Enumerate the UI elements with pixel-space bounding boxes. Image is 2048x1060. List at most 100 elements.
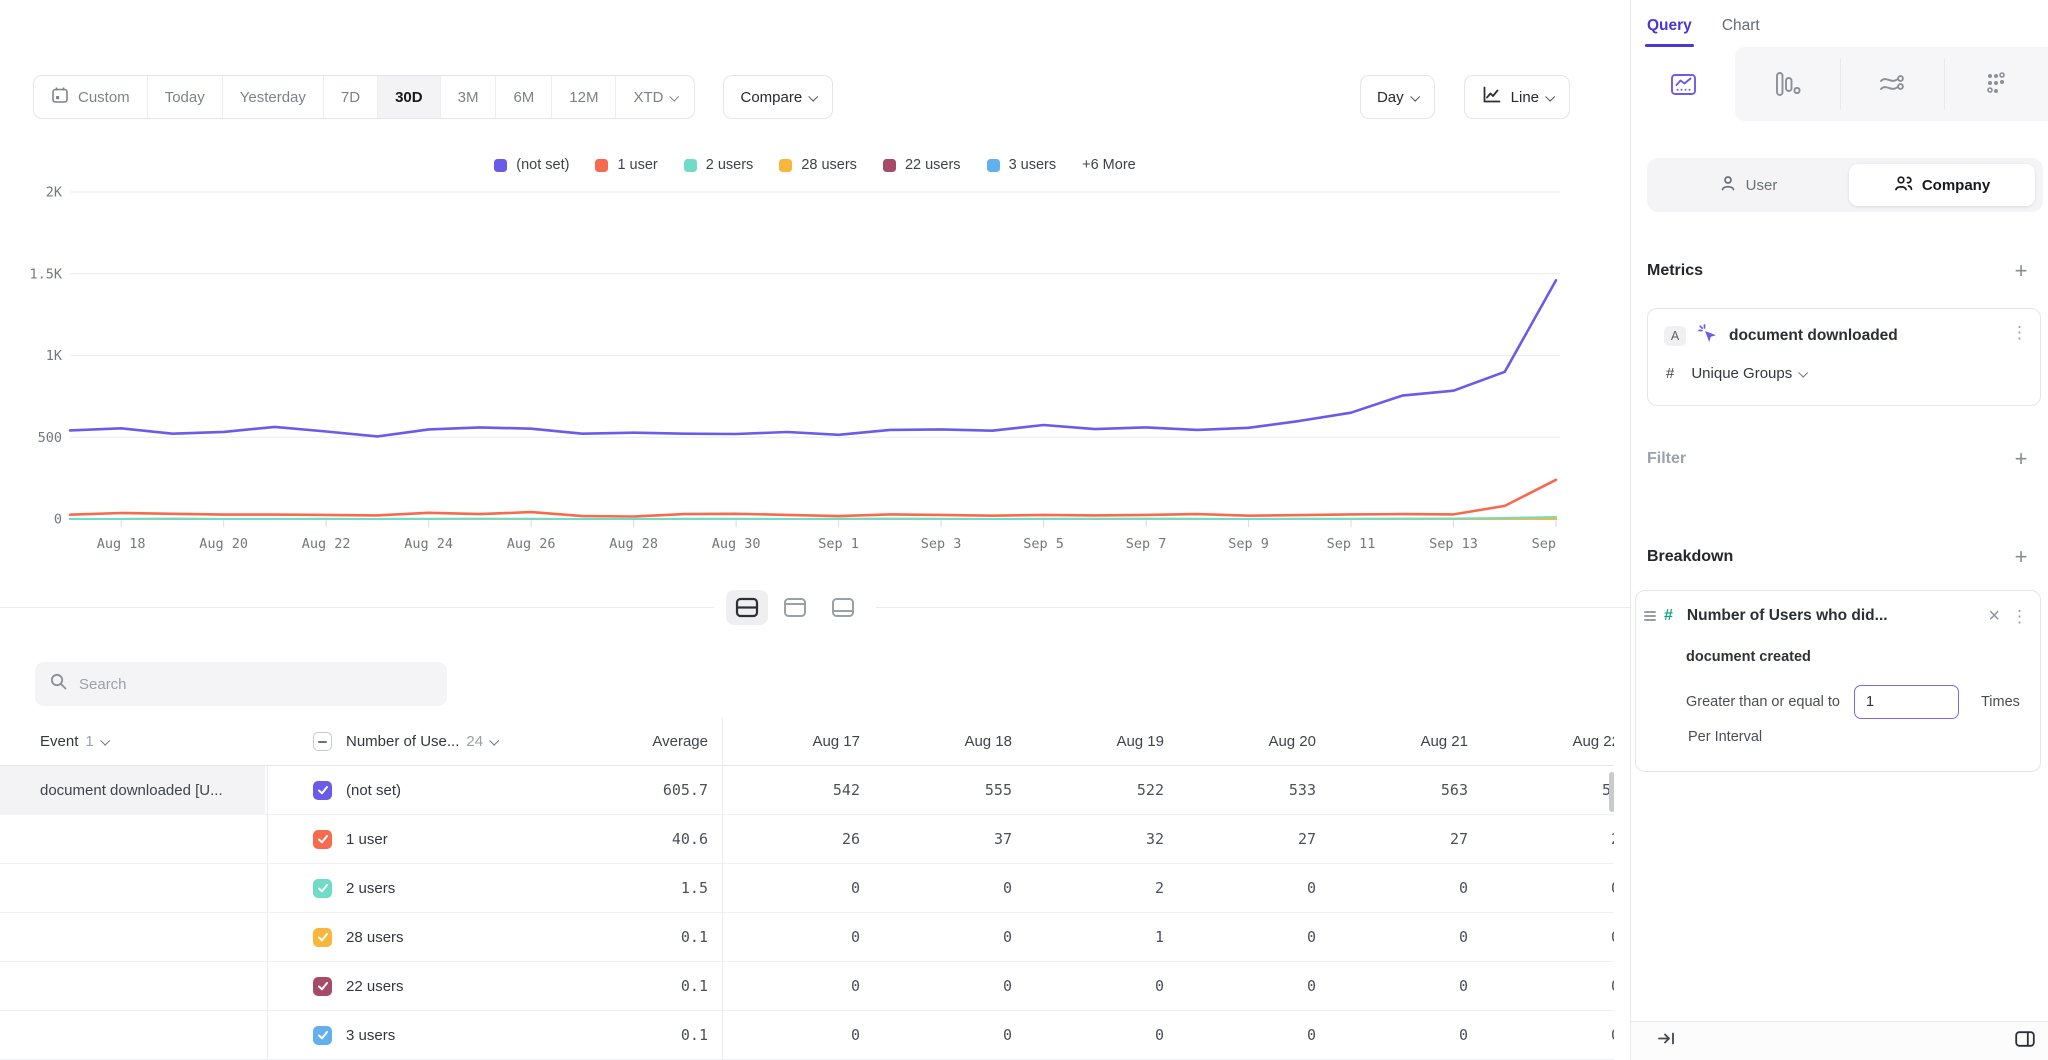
data-value: 2 <box>1012 879 1164 897</box>
table-row: document downloaded [U...(not set)605.75… <box>0 766 1614 815</box>
date-range-7d[interactable]: 7D <box>323 76 377 118</box>
collapse-panel-icon[interactable] <box>1657 1031 1676 1051</box>
tab-query[interactable]: Query <box>1647 17 1692 47</box>
metric-card[interactable]: A document downloaded ⋮ # Unique Groups <box>1647 308 2041 406</box>
hash-icon: # <box>1666 365 1674 382</box>
tab-chart[interactable]: Chart <box>1722 17 1760 47</box>
date-column-header: Aug 17 <box>708 733 860 750</box>
legend-item[interactable]: 22 users <box>883 157 961 173</box>
table-row: 28 users0.1001000 <box>0 913 1614 962</box>
table-row: 1 user40.626373227272 <box>0 815 1614 864</box>
layout-table-only-button[interactable] <box>822 590 864 625</box>
row-checkbox[interactable] <box>313 830 332 849</box>
layout-toggle-group <box>714 590 876 625</box>
legend-item[interactable]: 2 users <box>684 157 754 173</box>
row-checkbox[interactable] <box>313 1026 332 1045</box>
event-column-header[interactable]: Event 1 <box>0 733 265 750</box>
layout-split-button[interactable] <box>726 590 768 625</box>
date-range-12m[interactable]: 12M <box>551 76 615 118</box>
drag-handle-icon[interactable] <box>1644 609 1656 623</box>
table-scrollbar[interactable] <box>1609 772 1614 812</box>
date-column-header: Aug 22 <box>1468 733 1614 750</box>
event-count: 1 <box>85 733 93 750</box>
group-label: (not set) <box>346 782 401 799</box>
metrics-heading: Metrics <box>1647 262 1703 280</box>
group-column-header[interactable]: Number of Use... 24 <box>265 732 560 751</box>
date-range-6m[interactable]: 6M <box>495 76 551 118</box>
granularity-button[interactable]: Day <box>1360 75 1435 119</box>
legend-swatch <box>494 159 507 172</box>
search-icon <box>49 672 68 696</box>
date-range-today[interactable]: Today <box>147 76 222 118</box>
legend-item[interactable]: (not set) <box>494 157 569 173</box>
date-range-30d[interactable]: 30D <box>377 76 440 118</box>
legend-item[interactable]: 3 users <box>987 157 1057 173</box>
sidebar-panel-icon[interactable] <box>2015 1031 2035 1052</box>
analytics-app: Custom Today Yesterday 7D 30D 3M 6M 12M … <box>0 0 2048 1060</box>
date-range-xtd[interactable]: XTD <box>615 76 694 118</box>
legend-swatch <box>779 159 792 172</box>
kebab-menu-icon[interactable]: ⋮ <box>2011 607 2028 627</box>
user-icon <box>1719 174 1737 196</box>
legend-label: 3 users <box>1009 157 1057 173</box>
group-label-cell: 1 user <box>265 830 560 849</box>
chart-type-scatter-button[interactable] <box>1944 47 2048 121</box>
date-range-custom[interactable]: Custom <box>34 76 147 118</box>
chart-type-line-button[interactable] <box>1631 47 1735 121</box>
compare-button[interactable]: Compare <box>723 75 833 119</box>
average-value: 0.1 <box>560 1026 708 1044</box>
column-divider <box>267 766 268 1060</box>
data-value: 0 <box>1468 879 1614 897</box>
svg-text:1K: 1K <box>46 348 63 364</box>
date-column-header: Aug 20 <box>1164 733 1316 750</box>
chart-type-flow-button[interactable] <box>1840 47 1944 121</box>
breakdown-event-name[interactable]: document created <box>1686 649 1811 665</box>
layout-chart-only-button[interactable] <box>774 590 816 625</box>
measure-dropdown[interactable]: Unique Groups <box>1691 365 1792 382</box>
legend-item[interactable]: 1 user <box>595 157 657 173</box>
line-chart-svg[interactable]: 05001K1.5K2KAug 18Aug 20Aug 22Aug 24Aug … <box>30 185 1560 565</box>
legend-item[interactable]: 28 users <box>779 157 857 173</box>
condition-label[interactable]: Greater than or equal to <box>1686 694 1840 710</box>
search-input[interactable] <box>79 676 409 693</box>
data-value: 0 <box>708 977 860 995</box>
svg-text:Sep 9: Sep 9 <box>1228 536 1269 552</box>
date-range-3m[interactable]: 3M <box>440 76 496 118</box>
row-checkbox[interactable] <box>313 879 332 898</box>
legend-more-button[interactable]: +6 More <box>1082 157 1136 173</box>
kebab-menu-icon[interactable]: ⋮ <box>2011 323 2028 343</box>
audience-company-option[interactable]: Company <box>1849 164 2035 206</box>
audience-user-option[interactable]: User <box>1647 158 1849 212</box>
row-checkbox[interactable] <box>313 928 332 947</box>
chevron-down-icon <box>489 736 499 746</box>
select-all-checkbox[interactable] <box>313 732 332 751</box>
company-icon <box>1894 174 1913 196</box>
row-checkbox[interactable] <box>313 977 332 996</box>
chart-type-button[interactable]: Line <box>1464 75 1570 119</box>
svg-text:Sep 7: Sep 7 <box>1126 536 1167 552</box>
add-filter-button[interactable]: + <box>2010 448 2032 470</box>
data-value: 0 <box>708 928 860 946</box>
average-value: 0.1 <box>560 928 708 946</box>
line-chart-icon <box>1481 85 1502 109</box>
group-label: 1 user <box>346 831 388 848</box>
times-unit-label: Times <box>1981 694 2020 710</box>
data-value: 0 <box>860 879 1012 897</box>
legend-label: 28 users <box>801 157 857 173</box>
panel-footer <box>1631 1021 2048 1060</box>
date-column-header: Aug 18 <box>860 733 1012 750</box>
date-range-yesterday[interactable]: Yesterday <box>222 76 323 118</box>
add-breakdown-button[interactable]: + <box>2010 546 2032 568</box>
per-interval-label[interactable]: Per Interval <box>1688 729 1762 745</box>
row-checkbox[interactable] <box>313 781 332 800</box>
average-value: 605.7 <box>560 781 708 799</box>
times-value-input[interactable] <box>1854 685 1959 719</box>
group-count: 24 <box>466 733 483 750</box>
data-value: 2 <box>1468 830 1614 848</box>
add-metric-button[interactable]: + <box>2010 260 2032 282</box>
chart-type-bar-button[interactable] <box>1735 47 1839 121</box>
chart-type-selector <box>1631 47 2048 121</box>
event-name-cell[interactable]: document downloaded [U... <box>0 766 265 815</box>
legend-label: 1 user <box>617 157 657 173</box>
close-icon[interactable]: × <box>1988 605 2000 627</box>
